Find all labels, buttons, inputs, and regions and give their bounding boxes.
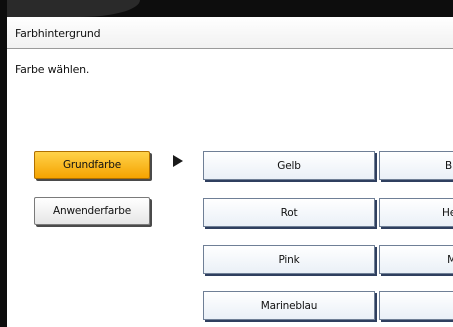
- basic-color-label: Grundfarbe: [62, 159, 121, 171]
- color-label: M: [447, 254, 453, 266]
- color-label: Pink: [278, 253, 300, 266]
- user-color-button[interactable]: Anwenderfarbe: [34, 197, 150, 225]
- color-button-col2-row3[interactable]: M: [379, 245, 453, 274]
- basic-color-button[interactable]: Grundfarbe: [34, 151, 150, 179]
- bezel-left: [0, 0, 7, 327]
- color-label: Marineblau: [260, 299, 318, 312]
- color-button-rot[interactable]: Rot: [203, 198, 375, 227]
- color-button-col2-row1[interactable]: B: [379, 151, 453, 180]
- color-button-gelb[interactable]: Gelb: [203, 151, 375, 180]
- color-button-col2-row4[interactable]: [379, 291, 453, 320]
- color-button-pink[interactable]: Pink: [203, 245, 375, 274]
- instruction-text: Farbe wählen.: [15, 63, 90, 76]
- dialog-title: Farbhintergrund: [15, 27, 101, 40]
- screen: Farbhintergrund Farbe wählen. Grundfarbe…: [0, 0, 453, 327]
- color-button-col2-row2[interactable]: He: [379, 198, 453, 227]
- title-bar: Farbhintergrund: [7, 17, 453, 49]
- color-label: He: [442, 206, 453, 219]
- color-button-marineblau[interactable]: Marineblau: [203, 291, 375, 320]
- color-label: Rot: [280, 206, 298, 219]
- color-label: B: [444, 159, 452, 172]
- arrow-right-icon: [173, 155, 183, 167]
- dialog-panel: Farbhintergrund Farbe wählen. Grundfarbe…: [7, 17, 453, 327]
- user-color-label: Anwenderfarbe: [53, 205, 131, 217]
- color-label: Gelb: [277, 159, 301, 172]
